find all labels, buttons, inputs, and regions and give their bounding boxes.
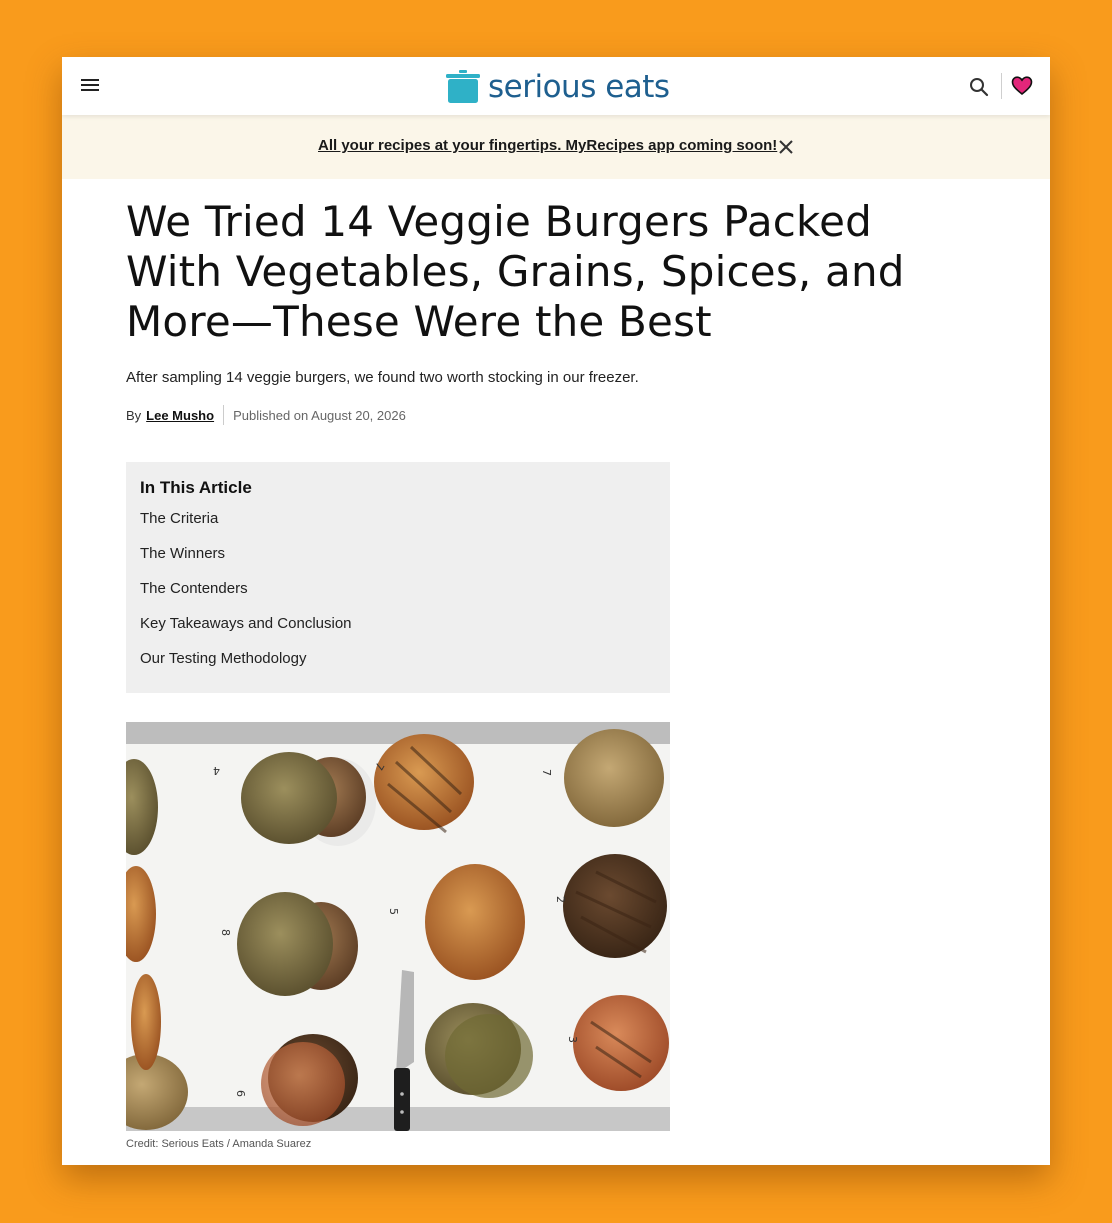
toc-item-contenders[interactable]: The Contenders <box>140 579 656 614</box>
site-logo[interactable]: serious eats <box>445 69 670 105</box>
svg-text:8: 8 <box>219 929 232 936</box>
app-promo-banner: All your recipes at your fingertips. MyR… <box>62 115 1050 179</box>
heart-icon[interactable] <box>1011 75 1033 97</box>
published-date: Published on August 20, 2026 <box>233 407 406 423</box>
svg-text:6: 6 <box>234 1090 247 1097</box>
svg-text:2: 2 <box>554 896 567 903</box>
image-credit: Credit: Serious Eats / Amanda Suarez <box>126 1138 312 1150</box>
svg-text:5: 5 <box>387 908 400 915</box>
by-label: By <box>126 407 142 423</box>
byline-divider <box>223 405 225 425</box>
browser-page: serious eats All your recipes at your fi… <box>62 57 1050 1165</box>
hamburger-menu-icon[interactable] <box>80 76 102 96</box>
logo-text: serious eats <box>488 69 670 105</box>
toc-heading: In This Article <box>140 478 252 497</box>
pot-logo-icon <box>446 70 480 103</box>
svg-text:3: 3 <box>566 1036 579 1043</box>
toc-item-criteria[interactable]: The Criteria <box>140 509 656 544</box>
svg-text:4: 4 <box>213 764 220 777</box>
toc-item-takeaways[interactable]: Key Takeaways and Conclusion <box>140 614 656 649</box>
byline: By Lee Musho Published on August 20, 202… <box>126 405 406 425</box>
author-link[interactable]: Lee Musho <box>146 408 214 423</box>
svg-text:7: 7 <box>540 769 553 776</box>
article-subtitle: After sampling 14 veggie burgers, we fou… <box>126 369 639 386</box>
site-header: serious eats <box>62 57 1050 115</box>
hero-image-veggie-burgers: 4 7 7 5 8 2 3 6 <box>126 722 670 1131</box>
toc-item-winners[interactable]: The Winners <box>140 544 656 579</box>
article-content: We Tried 14 Veggie Burgers Packed With V… <box>126 197 986 1150</box>
table-of-contents: In This Article The Criteria The Winners… <box>126 462 670 693</box>
article-title: We Tried 14 Veggie Burgers Packed With V… <box>126 197 905 346</box>
header-divider <box>1001 73 1002 99</box>
search-icon[interactable] <box>968 76 990 98</box>
toc-item-methodology[interactable]: Our Testing Methodology <box>140 649 656 684</box>
close-icon[interactable] <box>778 139 794 155</box>
app-promo-link[interactable]: All your recipes at your fingertips. MyR… <box>318 137 777 154</box>
